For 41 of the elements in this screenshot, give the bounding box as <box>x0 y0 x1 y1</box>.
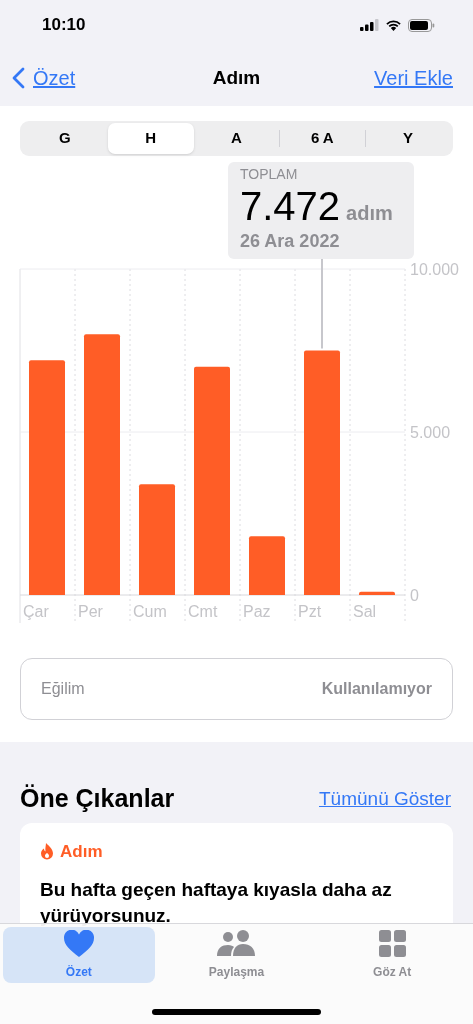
people-icon <box>216 929 257 957</box>
heart-icon <box>63 929 94 957</box>
tab-bar-item[interactable]: Paylaşma <box>158 927 315 983</box>
x-axis-label: Cmt <box>188 603 218 620</box>
trend-label: Eğilim <box>41 679 85 699</box>
y-axis-label: 0 <box>410 587 419 604</box>
grid-icon <box>378 929 406 957</box>
range-tab[interactable]: Y <box>365 123 451 154</box>
tab-bar-item[interactable]: Özet <box>3 927 155 983</box>
x-axis-label: Pzt <box>298 603 322 620</box>
y-axis-label: 10.000 <box>410 261 459 278</box>
trend-value: Kullanılamıyor <box>321 679 432 699</box>
show-all-link[interactable]: Tümünü Göster <box>319 784 451 814</box>
tooltip-date: 26 Ara 2022 <box>240 230 340 253</box>
range-tab[interactable]: A <box>193 123 280 154</box>
highlight-text: Bu hafta geçen haftaya kıyasla daha az yürüyorsunuz. <box>40 877 393 928</box>
tooltip-unit: adım <box>346 201 393 226</box>
tooltip-title: TOPLAM <box>240 165 298 183</box>
range-tab[interactable]: 6 A <box>279 123 366 154</box>
card-category: Adım <box>60 841 103 863</box>
section-title: Öne Çıkanlar <box>20 783 175 815</box>
tooltip-value: 7.472 <box>240 183 341 229</box>
x-axis-label: Per <box>78 603 103 620</box>
range-tab[interactable]: G <box>22 123 108 154</box>
range-tab[interactable]: H <box>107 123 194 154</box>
x-axis-label: Sal <box>353 603 377 620</box>
back-link[interactable]: Özet <box>12 63 76 93</box>
status-time: 10:10 <box>42 14 86 37</box>
screen-title: Adım <box>212 65 261 90</box>
signal-icon <box>360 19 379 31</box>
wifi-icon <box>385 19 402 31</box>
tab-bar-item[interactable]: Göz At <box>314 927 470 983</box>
flame-icon <box>40 843 54 861</box>
chevron-left-icon <box>12 67 25 89</box>
x-axis-label: Paz <box>243 603 271 620</box>
bar[interactable] <box>359 591 395 595</box>
x-axis-label: Çar <box>23 603 49 620</box>
add-data-link[interactable]: Veri Ekle <box>374 63 453 93</box>
x-axis-label: Cum <box>133 603 167 620</box>
battery-icon <box>408 18 435 32</box>
y-axis-label: 5.000 <box>410 424 451 441</box>
